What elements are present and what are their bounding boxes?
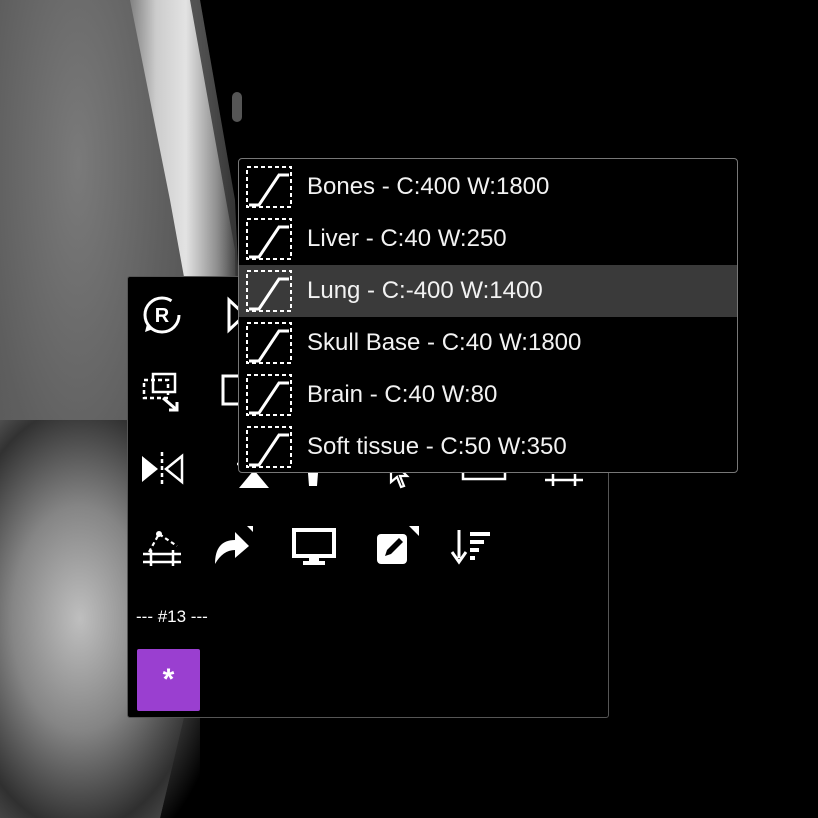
reset-button[interactable]: R	[136, 289, 188, 341]
preset-label: Skull Base - C:40 W:1800	[307, 329, 582, 356]
window-preset-icon	[246, 322, 292, 364]
window-level-presets-menu: Bones - C:400 W:1800 Liver - C:40 W:250 …	[238, 158, 738, 473]
series-star-button[interactable]: *	[137, 649, 200, 711]
display-button[interactable]	[288, 521, 340, 573]
window-preset-icon	[246, 218, 292, 260]
preset-liver[interactable]: Liver - C:40 W:250	[239, 213, 737, 265]
angle-measure-icon	[143, 531, 181, 566]
reset-icon: R	[143, 296, 181, 334]
preset-label: Brain - C:40 W:80	[307, 381, 498, 408]
mirror-button[interactable]	[136, 443, 188, 495]
capture-region-icon	[142, 372, 179, 412]
preset-skull-base[interactable]: Skull Base - C:40 W:1800	[239, 317, 737, 369]
window-preset-icon	[246, 166, 292, 208]
preset-label: Soft tissue - C:50 W:350	[307, 433, 567, 460]
annotate-button[interactable]	[370, 521, 422, 573]
series-number-label: --- #13 ---	[136, 607, 208, 626]
window-preset-icon	[246, 426, 292, 468]
window-preset-icon	[246, 270, 292, 312]
preset-soft-tissue[interactable]: Soft tissue - C:50 W:350	[239, 421, 737, 473]
preset-bones[interactable]: Bones - C:400 W:1800	[239, 161, 737, 213]
preset-label: Bones - C:400 W:1800	[307, 173, 550, 200]
svg-text:R: R	[155, 305, 170, 327]
window-preset-icon	[246, 374, 292, 416]
angle-measure-button[interactable]	[136, 521, 188, 573]
mirror-icon	[142, 452, 184, 486]
preset-brain[interactable]: Brain - C:40 W:80	[239, 369, 737, 421]
preset-label: Liver - C:40 W:250	[307, 225, 507, 252]
redo-button[interactable]	[204, 521, 256, 573]
annotate-icon	[377, 526, 419, 564]
capture-region-button[interactable]	[136, 365, 188, 417]
redo-icon	[215, 526, 253, 564]
sort-icon	[450, 530, 490, 565]
ct-speck	[232, 92, 242, 122]
preset-label: Lung - C:-400 W:1400	[307, 277, 543, 304]
display-icon	[292, 528, 336, 565]
sort-button[interactable]	[446, 521, 498, 573]
preset-lung[interactable]: Lung - C:-400 W:1400	[239, 265, 737, 317]
